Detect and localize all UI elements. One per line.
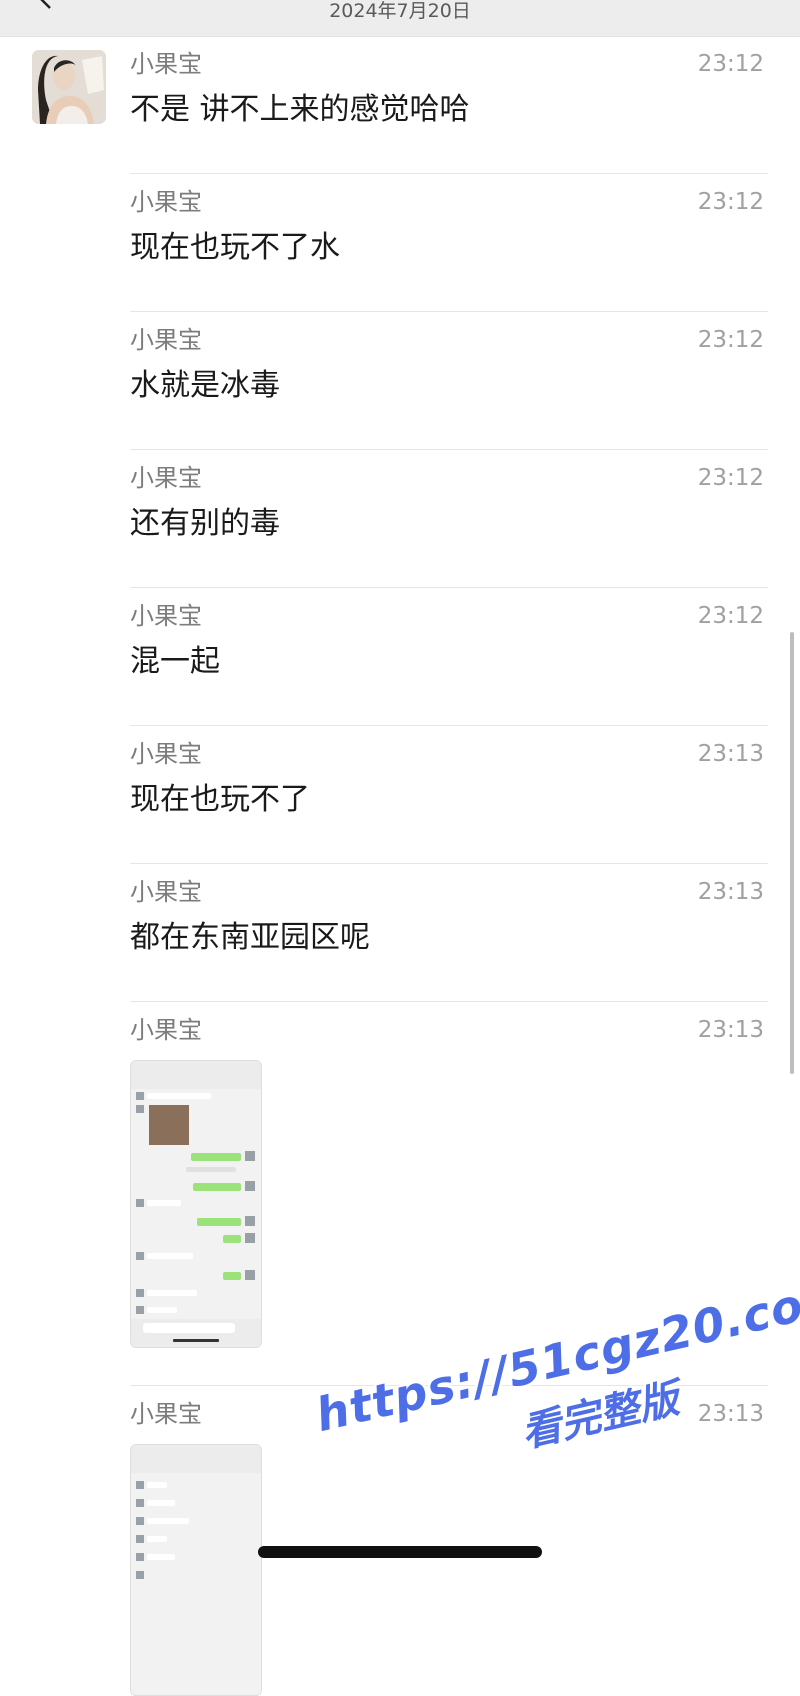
message-time: 23:13 (697, 1017, 764, 1043)
image-thumbnail[interactable] (130, 1444, 262, 1696)
sender-name: 小果宝 (130, 50, 202, 78)
message-time: 23:12 (697, 603, 764, 629)
scrollbar[interactable] (790, 632, 794, 1074)
message-time: 23:12 (697, 189, 764, 215)
message-time: 23:12 (697, 51, 764, 77)
message-item[interactable]: 小果宝 23:12 混一起 (0, 588, 800, 726)
message-time: 23:13 (697, 741, 764, 767)
message-item[interactable]: 小果宝 23:12 水就是冰毒 (0, 312, 800, 450)
image-thumbnail[interactable] (130, 1060, 262, 1348)
sender-name: 小果宝 (130, 602, 202, 630)
message-item[interactable]: 小果宝 23:12 不是 讲不上来的感觉哈哈 (0, 36, 800, 174)
message-item[interactable]: 小果宝 23:13 都在东南亚园区呢 (0, 864, 800, 1002)
sender-name: 小果宝 (130, 1400, 202, 1428)
message-item[interactable]: 小果宝 23:12 还有别的毒 (0, 450, 800, 588)
message-item[interactable]: 小果宝 23:13 现在也玩不了 (0, 726, 800, 864)
top-bar: 2024年7月20日 (0, 0, 800, 37)
message-time: 23:13 (697, 1401, 764, 1427)
message-history-list: 小果宝 23:12 不是 讲不上来的感觉哈哈 小果宝 23:12 现在也玩不了水… (0, 36, 800, 1696)
sender-name: 小果宝 (130, 464, 202, 492)
sender-name: 小果宝 (130, 740, 202, 768)
sender-name: 小果宝 (130, 188, 202, 216)
message-text: 混一起 (130, 644, 220, 679)
message-item[interactable]: 小果宝 23:13 (0, 1002, 800, 1386)
avatar[interactable] (32, 50, 106, 124)
message-text: 现在也玩不了水 (130, 230, 340, 265)
sender-name: 小果宝 (130, 1016, 202, 1044)
message-text: 现在也玩不了 (130, 782, 310, 817)
message-item[interactable]: 小果宝 23:12 现在也玩不了水 (0, 174, 800, 312)
message-time: 23:13 (697, 879, 764, 905)
message-text: 还有别的毒 (130, 506, 280, 541)
message-time: 23:12 (697, 327, 764, 353)
message-time: 23:12 (697, 465, 764, 491)
date-header: 2024年7月20日 (329, 0, 471, 22)
sender-name: 小果宝 (130, 326, 202, 354)
home-indicator[interactable] (258, 1546, 542, 1558)
message-text: 不是 讲不上来的感觉哈哈 (130, 92, 470, 127)
message-text: 水就是冰毒 (130, 368, 280, 403)
message-item[interactable]: 小果宝 23:13 (0, 1386, 800, 1696)
message-text: 都在东南亚园区呢 (130, 920, 370, 955)
sender-name: 小果宝 (130, 878, 202, 906)
